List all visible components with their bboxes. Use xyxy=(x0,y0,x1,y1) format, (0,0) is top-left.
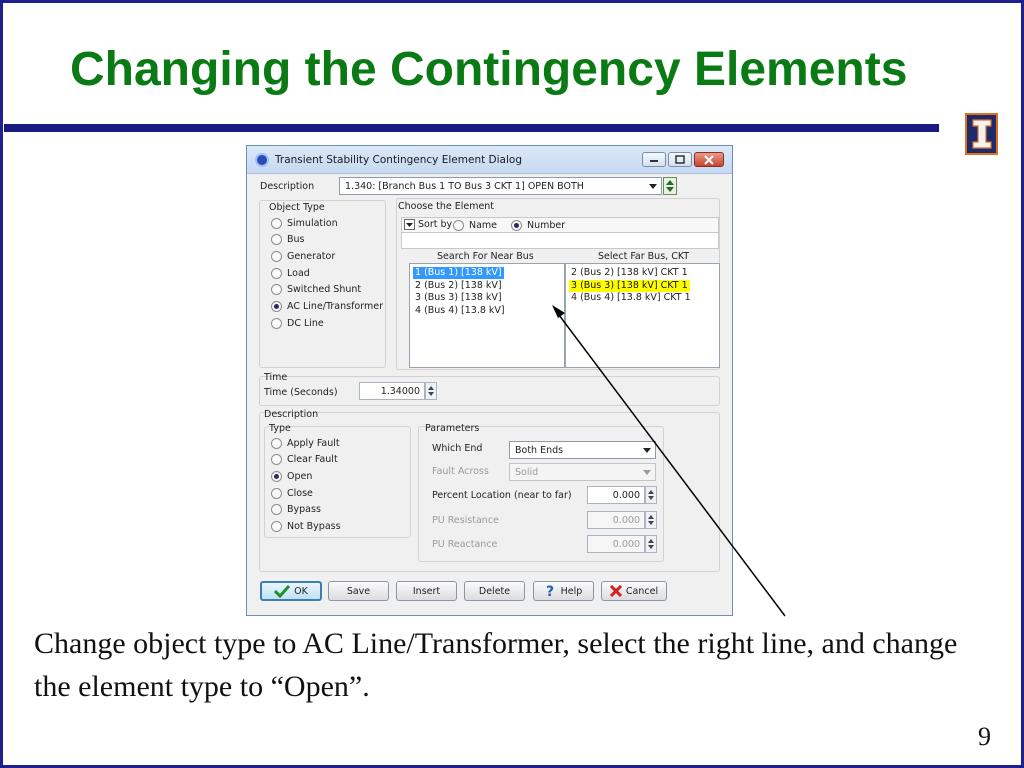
page-number: 9 xyxy=(978,722,991,751)
slide-caption: Change object type to AC Line/Transforme… xyxy=(34,627,958,703)
